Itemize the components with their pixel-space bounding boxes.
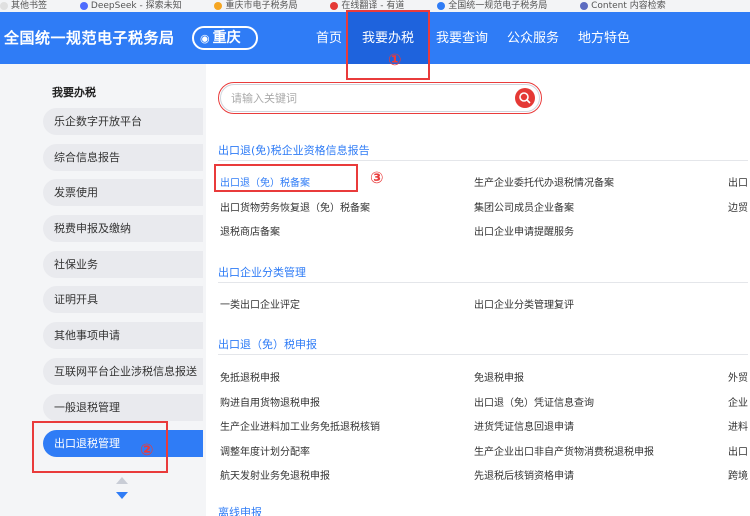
main-content: 出口退(免)税企业资格信息报告 出口退（免）税备案 生产企业委托代办退税情况备案…: [206, 64, 750, 516]
sidebar-item-platform-report[interactable]: 互联网平台企业涉税信息报送: [43, 358, 203, 385]
link-offset-refund-declaration[interactable]: 免抵退税申报: [220, 369, 280, 384]
sidebar-heading: 我要办税: [52, 86, 96, 99]
annotation-box-3: [214, 164, 358, 192]
link-producer-agent-refund-filing[interactable]: 生产企业委托代办退税情况备案: [474, 174, 614, 189]
city-selector[interactable]: ◉ 重庆: [192, 26, 258, 50]
nav-home[interactable]: 首页: [316, 27, 342, 46]
bookmark-0[interactable]: 其他书签: [0, 0, 47, 12]
bookmark-icon: [580, 1, 589, 10]
link-purchase-voucher-rollback[interactable]: 进货凭证信息回退申请: [474, 418, 574, 433]
bookmark-icon: [214, 1, 223, 10]
nav-local-features[interactable]: 地方特色: [578, 27, 630, 46]
link-col3-row4[interactable]: 出口: [728, 443, 748, 458]
link-group-member-filing[interactable]: 集团公司成员企业备案: [474, 199, 574, 214]
bookmark-1[interactable]: DeepSeek - 探索未知: [79, 0, 182, 12]
link-annual-plan-ratio[interactable]: 调整年度计划分配率: [220, 443, 310, 458]
search-icon: [519, 92, 531, 104]
sidebar-item-general-refund[interactable]: 一般退税管理: [43, 394, 203, 421]
link-export-col3-row2[interactable]: 边贸: [728, 199, 748, 214]
link-reminder-service[interactable]: 出口企业申请提醒服务: [474, 223, 574, 238]
sidebar-item-leqi[interactable]: 乐企数字开放平台: [43, 108, 203, 135]
link-classification-review[interactable]: 出口企业分类管理复评: [474, 296, 574, 311]
link-self-use-goods-refund[interactable]: 购进自用货物退税申报: [220, 394, 320, 409]
link-class-one-evaluation[interactable]: 一类出口企业评定: [220, 296, 300, 311]
bookmark-4[interactable]: 全国统一规范电子税务局: [437, 0, 547, 12]
nav-public-service[interactable]: 公众服务: [507, 27, 559, 46]
city-label: 重庆: [212, 30, 241, 46]
location-pin-icon: ◉: [200, 32, 210, 45]
sidebar-item-tax-filing[interactable]: 税费申报及缴纳: [43, 215, 203, 242]
link-goods-refund-restore-filing[interactable]: 出口货物劳务恢复退（免）税备案: [220, 199, 370, 214]
link-space-launch-refund[interactable]: 航天发射业务免退税申报: [220, 467, 330, 482]
section-title-offline: 离线申报: [218, 506, 262, 516]
link-col3-row1[interactable]: 外贸: [728, 369, 748, 384]
bookmark-icon: [437, 1, 446, 10]
bookmark-icon: [79, 1, 88, 10]
section-title-refund-declaration: 出口退（免）税申报: [218, 338, 317, 351]
search-input[interactable]: [231, 88, 501, 108]
sidebar-item-social-security[interactable]: 社保业务: [43, 251, 203, 278]
annotation-number-2: ②: [140, 440, 154, 459]
link-col3-row2[interactable]: 企业: [728, 394, 748, 409]
search-button[interactable]: [515, 88, 535, 108]
link-exempt-refund-declaration[interactable]: 免退税申报: [474, 369, 524, 384]
sidebar-scroll-arrows-icon[interactable]: [115, 475, 129, 501]
nav-query[interactable]: 我要查询: [436, 27, 488, 46]
section-divider: [218, 282, 748, 283]
bookmark-2[interactable]: 重庆市电子税务局: [214, 0, 297, 12]
sidebar-item-invoice[interactable]: 发票使用: [43, 179, 203, 206]
section-divider: [218, 160, 748, 161]
bookmark-icon: [0, 1, 8, 10]
link-refund-shop-filing[interactable]: 退税商店备案: [220, 223, 280, 238]
bookmark-icon: [330, 1, 339, 10]
sidebar-item-other-requests[interactable]: 其他事项申请: [43, 322, 203, 349]
sidebar-item-info-report[interactable]: 综合信息报告: [43, 144, 203, 171]
section-title-classification: 出口企业分类管理: [218, 266, 306, 279]
bookmark-5[interactable]: Content 内容检索: [580, 0, 666, 12]
section-title-qualification: 出口退(免)税企业资格信息报告: [218, 144, 370, 157]
sidebar-item-certificate[interactable]: 证明开具: [43, 286, 203, 313]
link-export-col3-row1[interactable]: 出口: [728, 174, 748, 189]
link-refund-first-verify-later[interactable]: 先退税后核销资格申请: [474, 467, 574, 482]
annotation-number-3: ③: [370, 168, 384, 187]
search-box: [220, 84, 540, 112]
link-voucher-info-query[interactable]: 出口退（免）凭证信息查询: [474, 394, 594, 409]
link-consumption-tax-refund[interactable]: 生产企业出口非自产货物消费税退税申报: [474, 443, 654, 458]
link-processing-trade-verification[interactable]: 生产企业进料加工业务免抵退税核销: [220, 418, 380, 433]
site-title[interactable]: 全国统一规范电子税务局: [4, 27, 175, 48]
link-col3-row5[interactable]: 跨境: [728, 467, 748, 482]
section-divider: [218, 354, 748, 355]
link-col3-row3[interactable]: 进料: [728, 418, 748, 433]
